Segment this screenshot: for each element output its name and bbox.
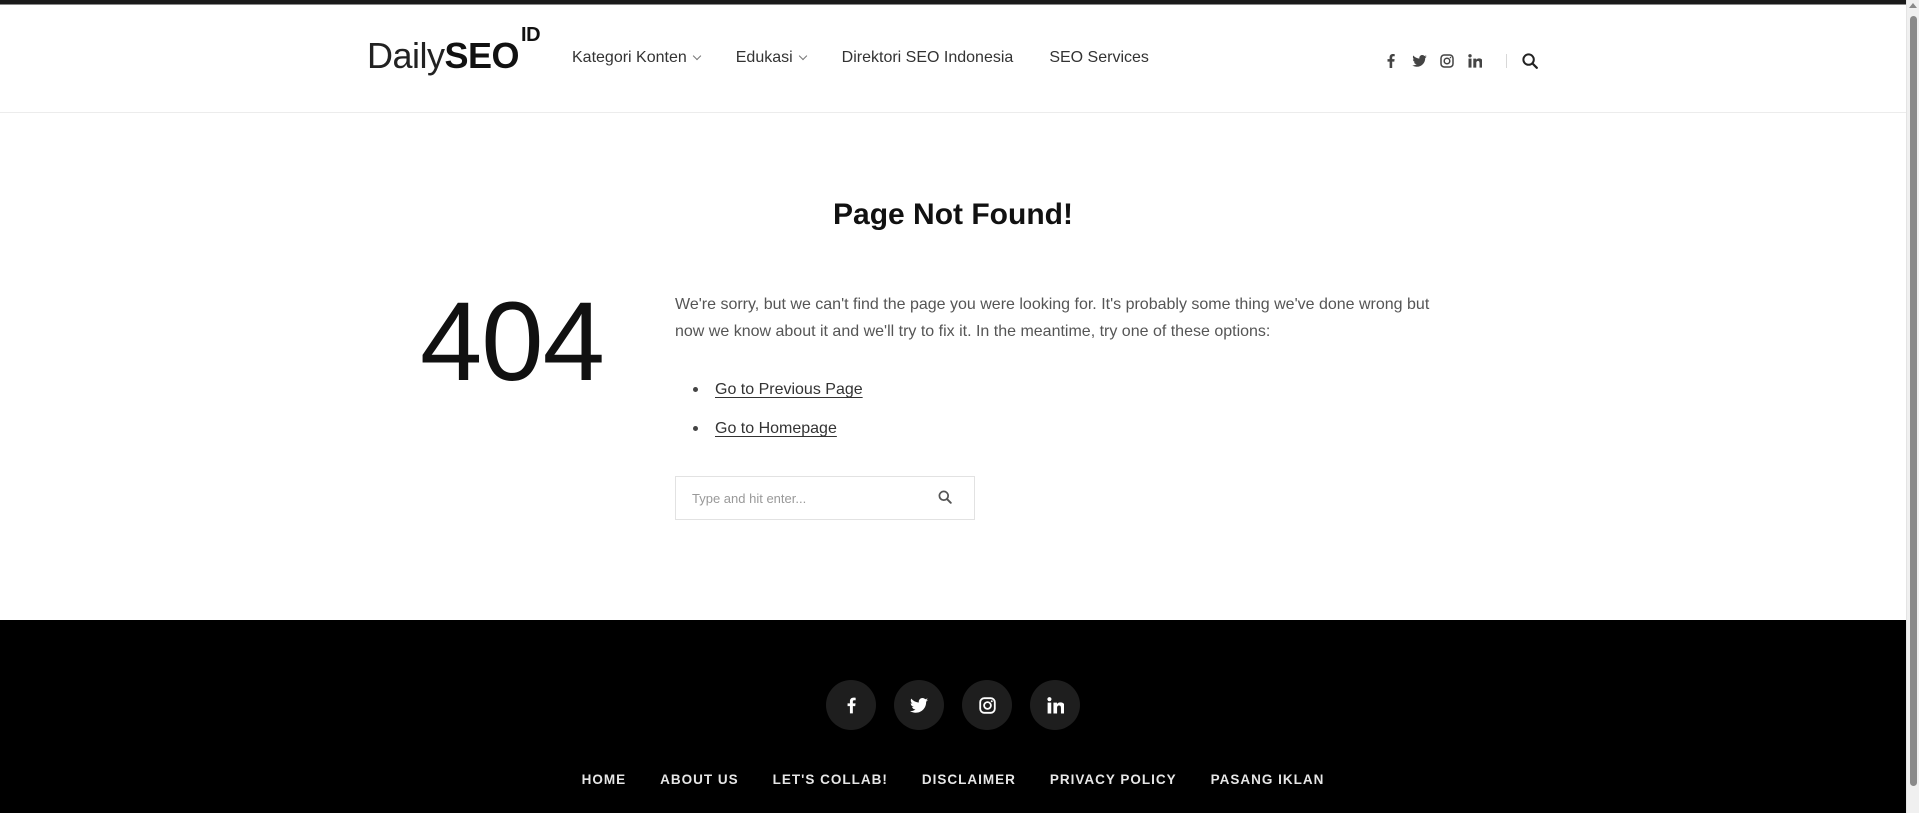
footer-link-lets-collab[interactable]: LET'S COLLAB! [773, 772, 888, 787]
footer-menu: HOME ABOUT US LET'S COLLAB! DISCLAIMER P… [0, 772, 1906, 787]
nav-item-label: Edukasi [735, 49, 793, 66]
footer-link-privacy-policy[interactable]: PRIVACY POLICY [1050, 772, 1177, 787]
main-content: Page Not Found! 404 We're sorry, but we … [0, 114, 1906, 620]
nav-item-direktori-seo[interactable]: Direktori SEO Indonesia [842, 49, 1014, 67]
scrollbar-thumb[interactable] [1910, 16, 1917, 786]
search-icon[interactable] [938, 490, 954, 506]
nav-item-label: Direktori SEO Indonesia [841, 49, 1014, 66]
divider [1506, 54, 1507, 68]
site-logo[interactable]: DailySEO ID [367, 25, 541, 76]
footer-link-about-us[interactable]: ABOUT US [660, 772, 739, 787]
header-social-links [1380, 51, 1507, 71]
footer-link-disclaimer[interactable]: DISCLAIMER [922, 772, 1016, 787]
linkedin-icon[interactable] [1464, 51, 1486, 71]
logo-text-id: ID [521, 24, 541, 46]
previous-page-link[interactable]: Go to Previous Page [715, 381, 863, 398]
twitter-icon[interactable] [1408, 51, 1430, 71]
site-footer: HOME ABOUT US LET'S COLLAB! DISCLAIMER P… [0, 620, 1906, 813]
instagram-icon[interactable] [962, 680, 1012, 730]
nav-item-seo-services[interactable]: SEO Services [1049, 49, 1149, 67]
scroll-up-arrow[interactable] [1909, 3, 1917, 8]
linkedin-icon[interactable] [1030, 680, 1080, 730]
main-nav: Kategori Konten Edukasi Direktori SEO In… [572, 49, 1185, 67]
twitter-icon[interactable] [894, 680, 944, 730]
logo-text-daily: Daily [367, 35, 445, 76]
footer-social-links [0, 680, 1906, 730]
list-item: Go to Previous Page [675, 376, 863, 415]
nav-item-label: Kategori Konten [572, 49, 687, 66]
site-header: DailySEO ID Kategori Konten Edukasi Direk… [0, 5, 1906, 113]
footer-link-pasang-iklan[interactable]: PASANG IKLAN [1211, 772, 1325, 787]
search-form [675, 476, 975, 520]
page-scrollbar[interactable] [1906, 0, 1919, 813]
nav-item-kategori-konten[interactable]: Kategori Konten [572, 49, 701, 67]
chevron-down-icon [798, 51, 807, 61]
footer-link-home[interactable]: HOME [582, 772, 627, 787]
nav-item-edukasi[interactable]: Edukasi [735, 49, 807, 67]
logo-text-seo: SEO [444, 35, 520, 76]
search-icon[interactable] [1519, 50, 1541, 72]
homepage-link[interactable]: Go to Homepage [715, 420, 837, 437]
chevron-down-icon [692, 51, 701, 61]
options-list: Go to Previous Page Go to Homepage [675, 376, 863, 454]
list-item: Go to Homepage [675, 415, 863, 454]
page-title: Page Not Found! [833, 198, 1073, 231]
search-input[interactable] [692, 477, 922, 519]
facebook-icon[interactable] [1380, 51, 1402, 71]
instagram-icon[interactable] [1436, 51, 1458, 71]
facebook-icon[interactable] [826, 680, 876, 730]
error-message: We're sorry, but we can't find the page … [675, 296, 1430, 340]
nav-item-label: SEO Services [1049, 49, 1149, 66]
error-code: 404 [420, 279, 605, 404]
